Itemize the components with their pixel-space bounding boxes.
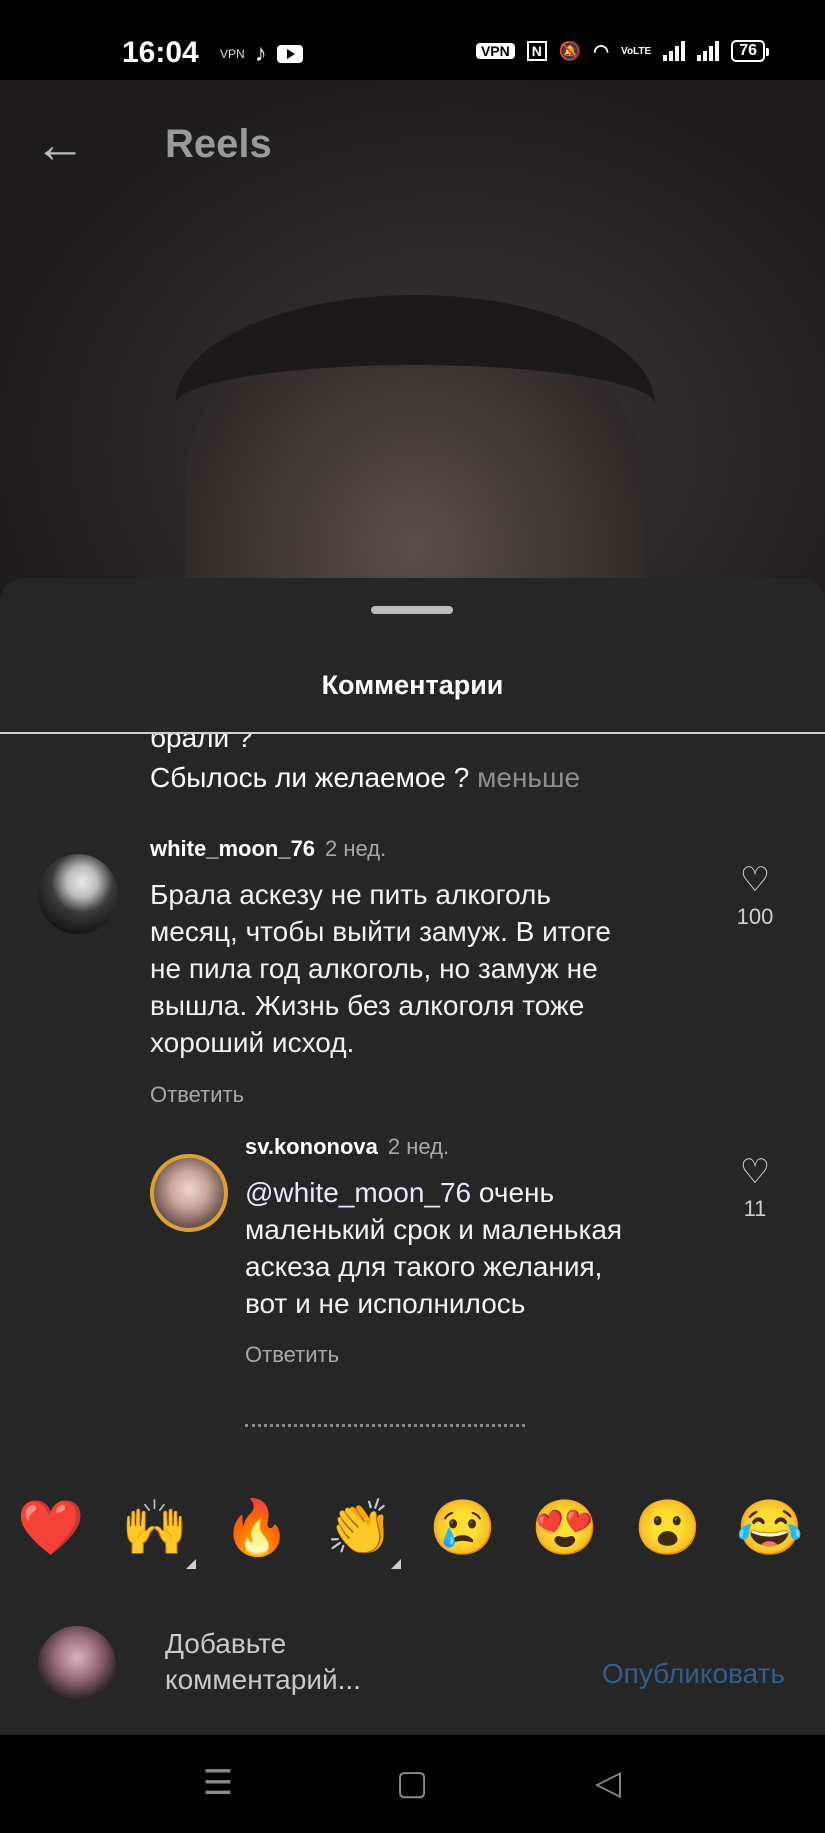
- video-hair: [175, 295, 655, 515]
- avatar[interactable]: [38, 854, 118, 934]
- reply-button[interactable]: Ответить: [245, 1342, 339, 1368]
- comment-username[interactable]: sv.kononova: [245, 1134, 378, 1159]
- previous-comment-cut-text: брали ?: [150, 734, 253, 753]
- comment-text: Брала аскезу не пить алкоголь месяц, что…: [150, 876, 710, 1061]
- comment-line: хороший исход.: [150, 1027, 355, 1058]
- like-count: 100: [736, 904, 774, 929]
- status-bar: 16:04 VPN ♪ VPN N 🔕 ◠ VoLTE 76: [0, 0, 825, 80]
- mute-icon: 🔕: [558, 40, 582, 61]
- menu-icon[interactable]: ☰: [188, 1765, 248, 1801]
- less-link[interactable]: меньше: [477, 762, 580, 793]
- tiktok-icon: ♪: [254, 40, 267, 67]
- comments-sheet: Комментарии брали ? Сбылось ли желаемое …: [0, 578, 825, 1735]
- comment-line: аскеза для такого желания,: [245, 1251, 603, 1282]
- comment-header: white_moon_76 2 нед.: [150, 836, 386, 862]
- signal-1-icon: [663, 41, 686, 61]
- reply-button[interactable]: Ответить: [150, 1082, 244, 1108]
- previous-comment-text: Сбылось ли желаемое ?: [150, 762, 470, 793]
- battery-icon: 76: [731, 40, 769, 62]
- emoji-crying[interactable]: 😢: [428, 1493, 498, 1563]
- drag-handle[interactable]: [371, 606, 453, 614]
- previous-comment-tail: Сбылось ли желаемое ? меньше: [150, 762, 580, 794]
- emoji-heart-eyes[interactable]: 😍: [530, 1493, 600, 1563]
- emoji-raising-hands[interactable]: 🙌: [120, 1493, 196, 1569]
- youtube-icon: [276, 45, 303, 63]
- arrow-left-icon[interactable]: ←: [34, 119, 94, 176]
- heart-icon[interactable]: ♡: [725, 1154, 785, 1190]
- vpn-badge: VPN: [475, 43, 515, 59]
- comment-composer: Добавьте комментарий... Опубликовать: [0, 1618, 825, 1735]
- comment-input-placeholder: Добавьте: [165, 1628, 287, 1659]
- comment-input-placeholder: комментарий...: [165, 1664, 361, 1695]
- publish-button[interactable]: Опубликовать: [602, 1658, 785, 1690]
- signal-2-icon: [697, 41, 720, 61]
- home-square-icon[interactable]: ▢: [382, 1765, 442, 1801]
- comment-input[interactable]: Добавьте комментарий...: [165, 1626, 425, 1698]
- wifi-icon: ◠: [593, 40, 610, 61]
- page-title: Reels: [165, 122, 272, 166]
- nfc-icon: N: [526, 41, 547, 61]
- status-time: 16:04: [122, 36, 199, 69]
- status-right-icons: VPN N 🔕 ◠ VoLTE 76: [475, 40, 769, 62]
- comments-list[interactable]: брали ? Сбылось ли желаемое ? меньше whi…: [0, 734, 825, 1489]
- like-count: 11: [743, 1196, 767, 1221]
- emoji-surprised[interactable]: 😮: [633, 1493, 703, 1563]
- like-control[interactable]: ♡ 11: [725, 1154, 785, 1222]
- view-replies-cut: [245, 1424, 525, 1431]
- mention-link[interactable]: @white_moon_76: [245, 1177, 471, 1208]
- comment-line: маленький срок и маленькая: [245, 1214, 623, 1245]
- emoji-clapping[interactable]: 👏: [325, 1493, 401, 1569]
- emoji-laughing[interactable]: 😂: [735, 1493, 805, 1563]
- volte-icon: VoLTE: [621, 45, 652, 57]
- comment-text: @white_moon_76 очень маленький срок и ма…: [245, 1174, 705, 1322]
- comment-time: 2 нед.: [387, 1134, 450, 1159]
- emoji-heart[interactable]: ❤️: [16, 1493, 86, 1563]
- reel-video[interactable]: [0, 80, 825, 680]
- comment-line: вышла. Жизнь без алкоголя тоже: [150, 990, 585, 1021]
- comment-line: не пила год алкоголь, но замуж не: [150, 953, 598, 984]
- vpn-key-icon: VPN: [220, 47, 245, 61]
- comment-line: вот и не исполнилось: [245, 1288, 526, 1319]
- avatar: [38, 1626, 116, 1704]
- like-control[interactable]: ♡ 100: [725, 862, 785, 930]
- comment-time: 2 нед.: [325, 836, 387, 861]
- heart-icon[interactable]: ♡: [725, 862, 785, 898]
- system-nav-bar: ☰ ▢ ◁: [0, 1735, 825, 1833]
- emoji-fire[interactable]: 🔥: [222, 1493, 292, 1563]
- comment-line-text: очень: [471, 1177, 555, 1208]
- comment-line: Брала аскезу не пить алкоголь: [150, 879, 551, 910]
- comment-line: месяц, чтобы выйти замуж. В итоге: [150, 916, 612, 947]
- comment-line: @white_moon_76 очень: [245, 1174, 705, 1211]
- comment-header: sv.kononova 2 нед.: [245, 1134, 449, 1160]
- avatar[interactable]: [150, 1154, 228, 1232]
- sheet-title: Комментарии: [321, 670, 504, 700]
- back-triangle-icon[interactable]: ◁: [578, 1765, 638, 1801]
- comment-username[interactable]: white_moon_76: [150, 836, 315, 861]
- status-left-icons: VPN ♪: [220, 40, 303, 68]
- emoji-reaction-bar: ❤️ 🙌 🔥 👏 😢 😍 😮 😂: [0, 1493, 825, 1593]
